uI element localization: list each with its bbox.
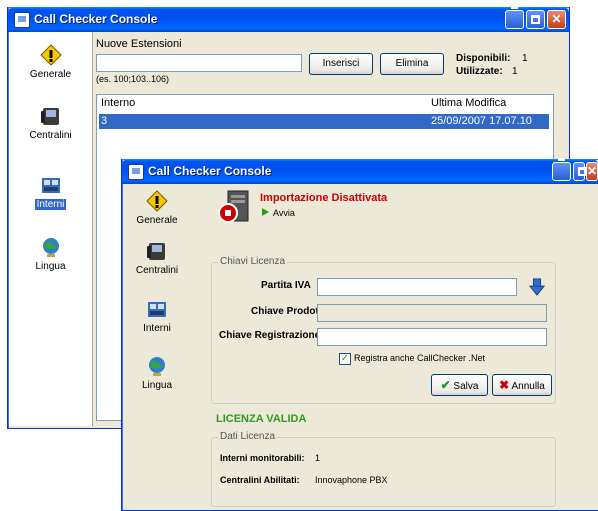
front-sidebar: Generale Centralini Interni Lingua — [123, 184, 191, 510]
register-checkbox[interactable]: ✓ — [339, 353, 351, 365]
insert-button[interactable]: Inserisci — [309, 53, 373, 75]
sidebar-item-label: Lingua — [35, 261, 66, 272]
sidebar-item-generale[interactable]: Generale — [123, 190, 191, 226]
pbx-phone-icon — [147, 243, 165, 260]
window-title: Call Checker Console — [148, 164, 272, 178]
save-button[interactable]: ✔ Salva — [431, 374, 488, 396]
window-title: Call Checker Console — [34, 12, 158, 26]
group-title: Chiavi Licenza — [218, 256, 288, 267]
available-value: 1 — [522, 53, 528, 64]
sidebar-item-lingua[interactable]: Lingua — [123, 355, 191, 391]
minimize-button[interactable] — [552, 158, 571, 181]
registration-key-label: Chiave Registrazione — [219, 330, 321, 341]
sidebar-item-label: Interni — [34, 199, 67, 210]
x-icon: ✖ — [499, 378, 510, 392]
example-hint: (es. 100;103..106) — [96, 74, 170, 84]
enabled-pbx-value: Innovaphone PBX — [315, 475, 388, 485]
partita-iva-label: Partita IVA — [261, 280, 311, 291]
sidebar-item-label: Generale — [29, 69, 72, 80]
app-icon — [128, 164, 144, 180]
general-settings-icon — [39, 44, 62, 66]
server-stopped-icon — [218, 190, 249, 223]
maximize-button[interactable] — [573, 162, 587, 181]
front-window: Call Checker Console ✕ Generale Centrali… — [121, 158, 598, 511]
close-button[interactable]: ✕ — [586, 162, 598, 181]
enabled-pbx-label: Centralini Abilitati: — [220, 475, 300, 485]
monitorable-label: Interni monitorabili: — [220, 453, 305, 463]
sidebar-item-label: Lingua — [141, 380, 173, 391]
download-arrow-icon[interactable] — [528, 277, 546, 297]
partita-iva-input[interactable] — [317, 278, 517, 296]
back-sidebar: Generale Centralini Interni Lingua — [9, 32, 93, 426]
license-data-group: Dati Licenza — [211, 431, 556, 507]
sidebar-item-interni[interactable]: Interni — [9, 174, 92, 210]
sidebar-item-interni[interactable]: Interni — [123, 298, 191, 334]
column-header-ultima-modifica[interactable]: Ultima Modifica — [431, 97, 506, 109]
sidebar-item-label: Generale — [136, 215, 178, 226]
save-button-label: Salva — [453, 381, 479, 392]
delete-button[interactable]: Elimina — [380, 53, 444, 75]
license-status: LICENZA VALIDA — [216, 413, 307, 425]
pbx-phone-icon — [40, 108, 59, 125]
back-window-titlebar[interactable]: Call Checker Console ✕ — [8, 6, 569, 32]
front-window-titlebar[interactable]: Call Checker Console ✕ — [122, 158, 598, 184]
used-value: 1 — [512, 66, 518, 77]
globe-icon — [149, 357, 165, 376]
minimize-button[interactable] — [505, 6, 524, 29]
sidebar-item-label: Centralini — [135, 265, 179, 276]
sidebar-item-label: Centralini — [29, 130, 72, 141]
extensions-icon — [41, 178, 60, 193]
sidebar-item-lingua[interactable]: Lingua — [9, 236, 92, 272]
row-modifica: 25/09/2007 17.07.10 — [431, 115, 532, 127]
check-icon: ✔ — [440, 378, 451, 392]
column-header-interno[interactable]: Interno — [101, 97, 135, 109]
registration-key-input[interactable] — [317, 328, 547, 346]
sidebar-item-generale[interactable]: Generale — [9, 44, 92, 80]
available-label: Disponibili: — [456, 53, 511, 64]
maximize-button[interactable] — [526, 10, 545, 29]
globe-icon — [42, 238, 59, 257]
app-icon — [14, 12, 30, 28]
new-extensions-input[interactable] — [96, 54, 302, 72]
close-button[interactable]: ✕ — [547, 10, 566, 29]
cancel-button[interactable]: ✖ Annulla — [492, 374, 552, 396]
product-key-input — [317, 304, 547, 322]
play-icon — [262, 208, 269, 216]
start-link[interactable]: Avvia — [273, 208, 295, 218]
sidebar-item-centralini[interactable]: Centralini — [9, 105, 92, 141]
register-checkbox-label: Registra anche CallChecker .Net — [354, 353, 486, 363]
sidebar-item-label: Interni — [143, 323, 171, 334]
extensions-icon — [148, 302, 166, 317]
sidebar-item-centralini[interactable]: Centralini — [123, 240, 191, 276]
group-title: Dati Licenza — [218, 431, 278, 442]
monitorable-value: 1 — [315, 453, 321, 463]
import-status: Importazione Disattivata — [260, 192, 388, 204]
cancel-button-label: Annulla — [511, 381, 545, 392]
general-settings-icon — [146, 190, 168, 212]
table-row[interactable]: 3 25/09/2007 17.07.10 — [99, 114, 549, 129]
used-label: Utilizzate: — [456, 66, 503, 77]
new-extensions-label: Nuove Estensioni — [96, 38, 182, 50]
row-interno: 3 — [101, 115, 108, 127]
